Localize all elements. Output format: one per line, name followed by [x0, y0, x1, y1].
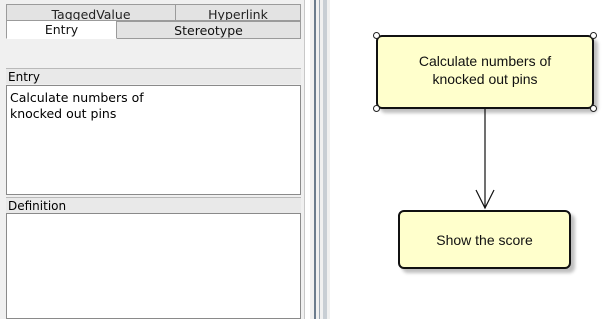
definition-textarea[interactable]: [6, 213, 301, 319]
entry-section-label: Entry: [6, 68, 301, 84]
panel-splitter[interactable]: [310, 0, 330, 319]
definition-section-label: Definition: [6, 197, 301, 213]
tab-tagged-value[interactable]: TaggedValue: [6, 4, 176, 21]
properties-panel: TaggedValue Hyperlink Entry Stereotype E…: [0, 0, 305, 319]
node-label: Show the score: [436, 232, 533, 248]
splitter-line: [323, 0, 327, 319]
activity-node-show-score[interactable]: Show the score: [398, 210, 571, 269]
tab-stereotype[interactable]: Stereotype: [116, 21, 301, 39]
tab-entry[interactable]: Entry: [6, 20, 117, 39]
entry-textarea[interactable]: Calculate numbers of knocked out pins: [6, 85, 301, 195]
splitter-line: [319, 0, 320, 319]
resize-handle-bottom-right[interactable]: [590, 105, 597, 112]
node-label: Calculate numbers of knocked out pins: [418, 53, 552, 87]
diagram-canvas[interactable]: Calculate numbers of knocked out pins Sh…: [330, 0, 603, 319]
resize-handle-top-right[interactable]: [590, 32, 597, 39]
resize-handle-bottom-left[interactable]: [373, 105, 380, 112]
resize-handle-top-left[interactable]: [373, 32, 380, 39]
splitter-line: [314, 0, 316, 319]
tab-hyperlink[interactable]: Hyperlink: [175, 4, 301, 21]
activity-node-calculate[interactable]: Calculate numbers of knocked out pins: [376, 35, 594, 109]
